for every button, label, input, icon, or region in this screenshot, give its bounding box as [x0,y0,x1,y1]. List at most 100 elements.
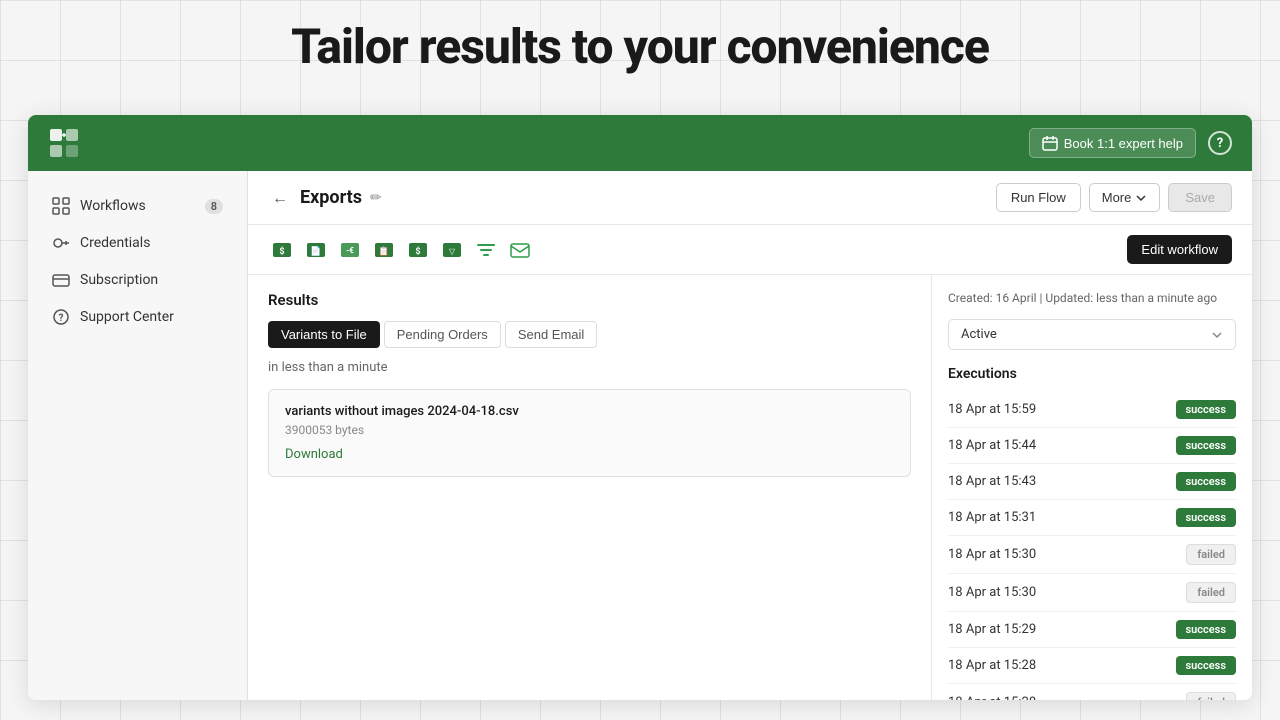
svg-text:📋: 📋 [378,245,389,257]
hero-title: Tailor results to your convenience [0,18,1280,75]
svg-text:$: $ [279,246,284,257]
execution-row[interactable]: 18 Apr at 15:30 failed [948,536,1236,574]
execution-date: 18 Apr at 15:30 [948,585,1036,600]
tab-send-email[interactable]: Send Email [505,321,597,348]
key-icon [52,234,70,252]
execution-row[interactable]: 18 Apr at 15:29 success [948,612,1236,648]
workflow-icon-5[interactable]: $ [404,236,432,264]
execution-status-badge: failed [1186,544,1236,565]
page-title: Exports [300,187,362,208]
back-button[interactable]: ← [268,186,292,210]
results-title: Results [268,291,911,309]
sidebar: Workflows 8 Credentials [28,171,248,700]
grid-icon [52,197,70,215]
svg-text:-€: -€ [346,246,354,255]
workflow-icon-6[interactable]: ▽ [438,236,466,264]
app-container: Book 1:1 expert help ? Workflows [28,115,1252,700]
sidebar-subscription-label: Subscription [80,272,158,288]
execution-date: 18 Apr at 15:29 [948,622,1036,637]
main-content: Workflows 8 Credentials [28,171,1252,700]
tab-variants-to-file[interactable]: Variants to File [268,321,380,348]
execution-status-badge: success [1176,400,1237,419]
executions-list: 18 Apr at 15:59 success 18 Apr at 15:44 suc… [948,392,1236,700]
sidebar-item-subscription[interactable]: Subscription [34,262,241,298]
results-timestamp: in less than a minute [268,360,911,375]
svg-text:?: ? [59,313,64,324]
content-split: Results Variants to File Pending Orders … [248,275,1252,700]
icon-5-svg: $ [407,239,429,261]
execution-status-badge: success [1176,508,1237,527]
workflow-icons: $ 📄 -€ [268,236,534,264]
executions-title: Executions [948,366,1236,382]
execution-status-badge: failed [1186,582,1236,603]
sidebar-credentials-label: Credentials [80,235,150,251]
sidebar-support-label: Support Center [80,309,174,325]
sidebar-item-support[interactable]: ? Support Center [34,299,241,335]
execution-row[interactable]: 18 Apr at 15:28failed [948,684,1236,700]
logo-area [48,127,80,159]
workflow-icon-3[interactable]: -€ [336,236,364,264]
sidebar-workflows-label: Workflows [80,198,146,214]
workflow-icon-filter[interactable] [472,236,500,264]
executions-panel: Created: 16 April | Updated: less than a… [932,275,1252,700]
results-panel: Results Variants to File Pending Orders … [248,275,932,700]
top-bar: Book 1:1 expert help ? [28,115,1252,171]
download-link[interactable]: Download [285,447,343,462]
help-circle-button[interactable]: ? [1208,131,1232,155]
edit-workflow-button[interactable]: Edit workflow [1127,235,1232,264]
card-icon [52,271,70,289]
execution-status-badge: success [1176,436,1237,455]
calendar-icon [1042,135,1058,151]
file-card: variants without images 2024-04-18.csv 3… [268,389,911,477]
execution-row[interactable]: 18 Apr at 15:44 success [948,428,1236,464]
workflow-icon-2[interactable]: 📄 [302,236,330,264]
chevron-down-icon [1135,192,1147,204]
execution-row[interactable]: 18 Apr at 15:30 failed [948,574,1236,612]
workflow-icon-1[interactable]: $ [268,236,296,264]
support-icon: ? [52,308,70,326]
icon-6-svg: ▽ [441,239,463,261]
execution-date: 18 Apr at 15:31 [948,510,1036,525]
icon-2-svg: 📄 [305,239,327,261]
execution-status-badge: success [1176,656,1237,675]
execution-date: 18 Apr at 15:43 [948,474,1036,489]
execution-row[interactable]: 18 Apr at 15:43success [948,464,1236,500]
workflow-icon-email[interactable] [506,236,534,264]
save-button[interactable]: Save [1168,183,1232,212]
workflow-toolbar: $ 📄 -€ [248,225,1252,275]
sidebar-item-credentials[interactable]: Credentials [34,225,241,261]
execution-status-badge: success [1176,620,1237,639]
more-label: More [1102,190,1132,205]
execution-row[interactable]: 18 Apr at 15:59 success [948,392,1236,428]
edit-title-icon[interactable]: ✏ [370,190,382,206]
execution-row[interactable]: 18 Apr at 15:31 success [948,500,1236,536]
svg-text:▽: ▽ [449,247,456,256]
results-tabs: Variants to File Pending Orders Send Ema… [268,321,911,348]
icon-3-svg: -€ [339,239,361,261]
execution-row[interactable]: 18 Apr at 15:28 success [948,648,1236,684]
page-content: ← Exports ✏ Run Flow More Save [248,171,1252,700]
book-help-label: Book 1:1 expert help [1064,136,1183,151]
execution-date: 18 Apr at 15:30 [948,547,1036,562]
book-help-button[interactable]: Book 1:1 expert help [1029,128,1196,158]
run-flow-button[interactable]: Run Flow [996,183,1081,212]
execution-date: 18 Apr at 15:59 [948,402,1036,417]
tab-pending-orders[interactable]: Pending Orders [384,321,501,348]
execution-date: 18 Apr at 15:28 [948,658,1036,673]
status-label: Active [961,327,997,342]
workflow-icon-4[interactable]: 📋 [370,236,398,264]
svg-text:$: $ [415,246,420,257]
email-icon [509,239,531,261]
workflows-badge: 8 [205,199,223,214]
execution-date: 18 Apr at 15:28 [948,695,1036,700]
help-icon: ? [1217,136,1223,151]
top-bar-right: Book 1:1 expert help ? [1029,128,1232,158]
more-button[interactable]: More [1089,183,1161,212]
svg-text:📄: 📄 [310,245,321,257]
status-chevron-icon [1211,329,1223,341]
sidebar-item-workflows[interactable]: Workflows 8 [34,188,241,224]
execution-date: 18 Apr at 15:44 [948,438,1036,453]
status-dropdown[interactable]: Active [948,319,1236,350]
file-name: variants without images 2024-04-18.csv [285,404,894,419]
icon-4-svg: 📋 [373,239,395,261]
